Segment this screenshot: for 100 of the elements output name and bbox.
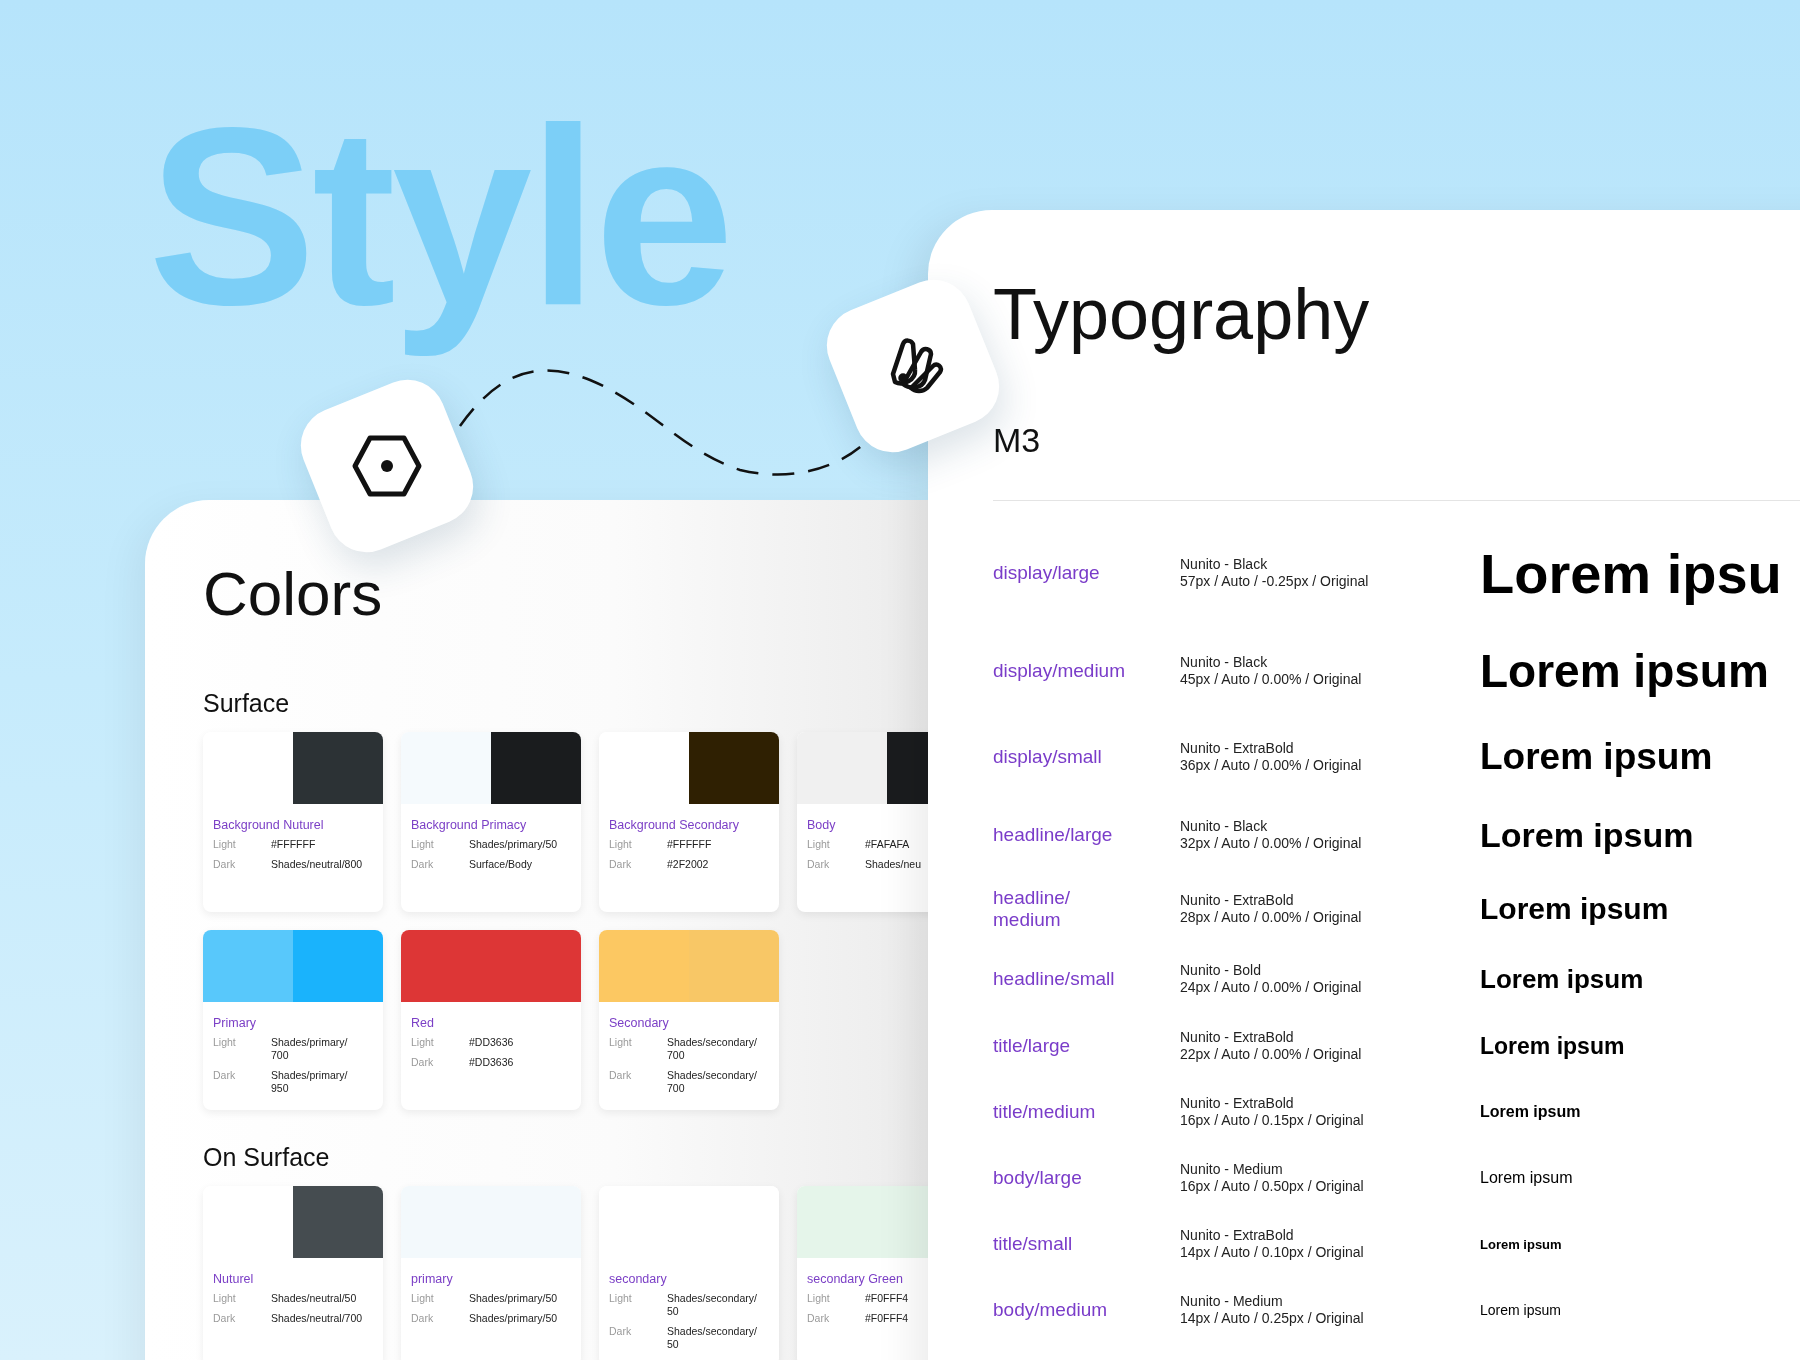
mode-label: Dark	[807, 858, 830, 871]
font-spec: 22px / Auto / 0.00% / Original	[1180, 1046, 1362, 1063]
font-name: Nunito - ExtraBold	[1180, 892, 1295, 909]
color-name: Secondary	[609, 1016, 669, 1030]
color-value: Shades/secondary/700	[667, 1036, 758, 1062]
color-name: Background Secondary	[609, 818, 739, 832]
style-name: body/medium	[993, 1299, 1108, 1321]
color-value: Shades/secondary/700	[667, 1069, 758, 1095]
color-name: Primary	[213, 1016, 257, 1030]
font-spec: 57px / Auto / -0.25px / Original	[1180, 573, 1369, 590]
hexagon-icon	[352, 435, 422, 497]
color-name: primary	[411, 1272, 453, 1286]
mode-label: Dark	[609, 858, 632, 871]
color-value: #2F2002	[667, 858, 710, 871]
color-value: Shades/primary/950	[271, 1069, 349, 1095]
font-spec: 36px / Auto / 0.00% / Original	[1180, 757, 1362, 774]
type-sample: Lorem ipsum	[1480, 815, 1694, 855]
mode-label: Dark	[411, 1312, 434, 1325]
mode-label: Light	[213, 838, 236, 851]
style-name: title/medium	[993, 1101, 1096, 1123]
color-name: secondary	[609, 1272, 667, 1286]
mode-label: Light	[807, 838, 830, 851]
type-sample: Lorem ipsu	[1480, 540, 1782, 606]
font-spec: 28px / Auto / 0.00% / Original	[1180, 909, 1362, 926]
color-value: Shades/primary/50	[469, 1292, 559, 1305]
color-value: #DD3636	[469, 1036, 515, 1049]
color-value: Shades/primary/700	[271, 1036, 349, 1062]
type-sample: Lorem ipsum	[1480, 1236, 1562, 1252]
font-spec: 16px / Auto / 0.15px / Original	[1180, 1112, 1364, 1129]
color-value: #FFFFFF	[271, 838, 317, 851]
font-name: Nunito - Medium	[1180, 1161, 1284, 1178]
color-value: #FFFFFF	[667, 838, 713, 851]
style-name: display/medium	[993, 660, 1125, 682]
color-value: #F0FFF4	[865, 1312, 910, 1325]
type-sample: Lorem ipsum	[1480, 1103, 1581, 1121]
style-name: headline/large	[993, 824, 1113, 846]
mode-label: Light	[609, 1292, 632, 1306]
font-name: Nunito - ExtraBold	[1180, 1095, 1295, 1112]
color-value: Surface/Body	[469, 858, 534, 871]
font-name: Nunito - Black	[1180, 556, 1269, 573]
section-title: On Surface	[203, 1142, 330, 1172]
color-name: secondary Green	[807, 1272, 903, 1286]
hero-title: Style	[148, 75, 731, 359]
color-value: Shades/secondary/50	[667, 1292, 758, 1318]
type-sample: Lorem ipsum	[1480, 1032, 1625, 1060]
type-sample: Lorem ipsum	[1480, 1302, 1561, 1318]
mode-label: Dark	[807, 1312, 830, 1325]
type-sample: Lorem ipsum	[1480, 736, 1713, 778]
font-name: Nunito - ExtraBold	[1180, 1029, 1295, 1046]
font-name: Nunito - ExtraBold	[1180, 740, 1295, 757]
color-name: Red	[411, 1016, 434, 1030]
style-name: headline/medium	[993, 887, 1072, 931]
type-sample: Lorem ipsum	[1480, 644, 1769, 698]
style-name: display/small	[993, 746, 1102, 768]
mode-label: Light	[411, 1036, 434, 1049]
mode-label: Light	[411, 1292, 434, 1305]
color-name: Background Primacy	[411, 818, 527, 832]
mode-label: Dark	[411, 858, 434, 871]
section-title: Surface	[203, 688, 290, 718]
color-value: Shades/primary/50	[469, 1312, 559, 1325]
mode-label: Light	[411, 838, 434, 851]
panel-title: Colors	[203, 558, 383, 630]
font-name: Nunito - Black	[1180, 654, 1269, 671]
mode-label: Dark	[411, 1056, 434, 1069]
mode-label: Light	[213, 1292, 236, 1305]
font-spec: 45px / Auto / 0.00% / Original	[1180, 671, 1362, 688]
panel-subtitle: M3	[993, 420, 1041, 460]
font-name: Nunito - Medium	[1180, 1293, 1284, 1310]
mode-label: Dark	[609, 1325, 632, 1339]
type-sample: Lorem ipsum	[1480, 963, 1644, 995]
mode-label: Light	[609, 838, 632, 851]
panel-title: Typography	[993, 273, 1370, 356]
mode-label: Dark	[213, 858, 236, 871]
style-name: title/large	[993, 1035, 1071, 1057]
type-sample: Lorem ipsum	[1480, 892, 1669, 926]
font-spec: 14px / Auto / 0.10px / Original	[1180, 1244, 1364, 1261]
mode-label: Dark	[213, 1312, 236, 1325]
font-spec: 24px / Auto / 0.00% / Original	[1180, 979, 1362, 996]
font-name: Nunito - Black	[1180, 818, 1269, 835]
font-spec: 32px / Auto / 0.00% / Original	[1180, 835, 1362, 852]
color-name: Background Nuturel	[213, 818, 324, 832]
mode-label: Light	[609, 1036, 632, 1050]
color-value: #F0FFF4	[865, 1292, 910, 1305]
mode-label: Dark	[213, 1069, 236, 1083]
color-value: Shades/neu	[865, 858, 923, 871]
mode-label: Light	[807, 1292, 830, 1305]
color-name: Nuturel	[213, 1272, 254, 1286]
color-value: #FAFAFA	[865, 838, 911, 851]
font-spec: 16px / Auto / 0.50px / Original	[1180, 1178, 1364, 1195]
color-value: #DD3636	[469, 1056, 515, 1069]
font-spec: 14px / Auto / 0.25px / Original	[1180, 1310, 1364, 1327]
font-name: Nunito - ExtraBold	[1180, 1227, 1295, 1244]
style-name: display/large	[993, 562, 1100, 584]
color-name: Body	[807, 818, 836, 832]
style-name: headline/small	[993, 968, 1115, 990]
color-value: Shades/neutral/700	[271, 1312, 363, 1325]
font-name: Nunito - Bold	[1180, 962, 1262, 979]
color-value: Shades/neutral/800	[271, 858, 363, 871]
color-value: Shades/neutral/50	[271, 1292, 358, 1305]
mode-label: Dark	[609, 1069, 632, 1083]
